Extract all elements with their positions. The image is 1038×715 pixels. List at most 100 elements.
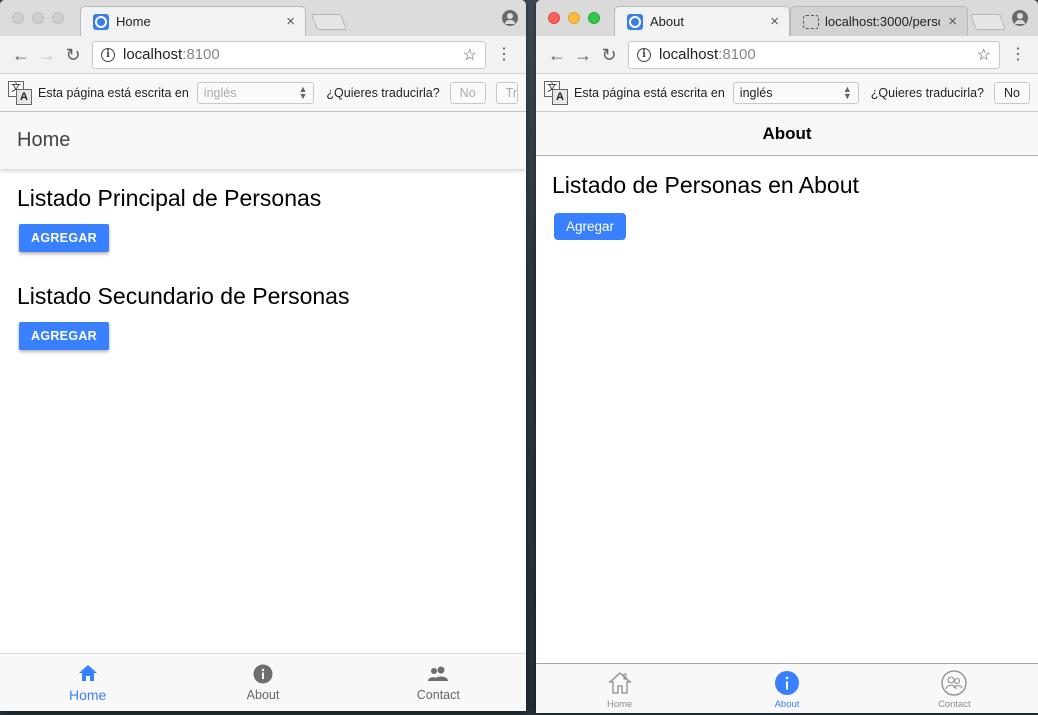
tab-home-label: Home [68, 687, 107, 703]
back-arrow-icon[interactable]: ← [8, 46, 34, 64]
tab-contact-label: Contact [416, 688, 460, 702]
translate-icon: 文A [544, 80, 568, 105]
tab-about[interactable]: About [175, 654, 350, 711]
site-info-icon[interactable]: i [637, 47, 651, 62]
no-label: No [459, 85, 476, 100]
browser-toolbar: ← → ↻ i localhost:8100 ☆ ⋮ [536, 36, 1038, 73]
tab-about[interactable]: About [703, 664, 870, 713]
site-info-icon[interactable]: i [101, 47, 115, 62]
minimize-window-button[interactable] [32, 12, 44, 24]
address-bar[interactable]: i localhost:8100 ☆ [92, 40, 486, 69]
add-secondary-button[interactable]: AGREGAR [19, 322, 109, 350]
translate-bar: 文A Esta página está escrita en inglés ▲▼… [0, 73, 526, 112]
select-arrows-icon: ▲ ▼ [298, 83, 308, 101]
language-select[interactable]: inglés ▲ ▼ [732, 81, 859, 104]
translate-prefix: Esta página está escrita en [38, 85, 189, 100]
app-header: Home [0, 112, 526, 169]
url-host: localhost [123, 46, 183, 63]
ionic-favicon-icon [627, 13, 643, 30]
profile-icon[interactable] [502, 10, 518, 26]
window-controls [12, 12, 64, 24]
tab-strip: About × localhost:3000/perso × [536, 0, 1038, 36]
browser-tab-home[interactable]: Home × [80, 6, 306, 36]
language-value: inglés [203, 85, 237, 100]
translate-no-button[interactable]: No [994, 81, 1030, 104]
ionic-favicon-icon [93, 13, 109, 30]
tab-home[interactable]: Home [0, 654, 175, 711]
add-button[interactable]: Agregar [554, 213, 627, 240]
new-tab-button[interactable] [311, 14, 347, 30]
tab-about-label: About [774, 699, 800, 710]
translate-question: ¿Quieres traducirla? [326, 85, 440, 100]
language-value: inglés [739, 85, 773, 100]
minimize-window-button[interactable] [568, 12, 580, 24]
forward-arrow-icon[interactable]: → [570, 46, 596, 64]
contacts-icon [426, 663, 450, 685]
tab-title: About [650, 14, 684, 29]
browser-menu-icon[interactable]: ⋮ [494, 46, 514, 63]
section-title-primary: Listado Principal de Personas [17, 185, 322, 211]
home-icon [78, 662, 98, 684]
reload-icon[interactable]: ↻ [596, 46, 622, 64]
page-title: About [762, 123, 812, 143]
close-window-button[interactable] [548, 12, 560, 24]
reload-icon[interactable]: ↻ [60, 46, 86, 64]
bookmark-star-icon[interactable]: ☆ [463, 45, 477, 65]
forward-arrow-icon[interactable]: → [34, 46, 60, 64]
language-select[interactable]: inglés ▲ ▼ [196, 81, 315, 104]
home-outline-icon [607, 669, 633, 697]
tab-close-icon[interactable]: × [286, 13, 295, 30]
address-bar[interactable]: i localhost:8100 ☆ [628, 40, 1000, 69]
info-icon [774, 669, 800, 697]
browser-tab-about[interactable]: About × [614, 6, 790, 36]
contacts-outline-icon [941, 669, 967, 697]
left-browser-window: Home × ← → ↻ i localhost:8100 ☆ ⋮ 文A Est… [0, 0, 526, 711]
tab-contact[interactable]: Contact [871, 664, 1038, 713]
app-tab-bar: Home About Contact [0, 653, 526, 711]
page-title: Home [17, 129, 71, 151]
tab-contact-label: Contact [937, 699, 971, 710]
app-content: Listado Principal de Personas AGREGAR Li… [0, 169, 526, 384]
translate-no-button[interactable]: No [449, 81, 486, 104]
tab-home[interactable]: Home [536, 664, 703, 713]
section-title: Listado de Personas en About [552, 172, 859, 198]
no-label: No [1004, 85, 1020, 100]
app-content: Listado de Personas en About Agregar [536, 156, 1038, 256]
app-header: About [536, 112, 1038, 156]
tab-title: Home [116, 14, 151, 29]
translate-question: ¿Quieres traducirla? [870, 85, 985, 100]
info-icon [253, 663, 273, 685]
right-browser-window: About × localhost:3000/perso × ← → ↻ i l… [536, 0, 1038, 713]
translate-bar: 文A Esta página está escrita en inglés ▲▼… [536, 73, 1038, 112]
browser-tab-localhost-3000[interactable]: localhost:3000/perso × [790, 6, 968, 36]
tab-title: localhost:3000/perso [825, 14, 941, 29]
tab-about-label: About [246, 688, 280, 702]
select-arrows-icon: ▲ ▼ [842, 83, 852, 101]
url-host: localhost [659, 46, 719, 63]
close-window-button[interactable] [12, 12, 24, 24]
url-port: :8100 [182, 46, 220, 63]
url-port: :8100 [718, 46, 756, 63]
profile-icon[interactable] [1012, 10, 1028, 26]
page-favicon-icon [803, 14, 819, 29]
tab-close-icon[interactable]: × [770, 13, 779, 30]
zoom-window-button[interactable] [588, 12, 600, 24]
tab-home-label: Home [606, 699, 633, 710]
browser-menu-icon[interactable]: ⋮ [1008, 46, 1028, 63]
translate-partial-label: Tr [505, 85, 517, 100]
tab-strip: Home × [0, 0, 526, 36]
translate-button-partial[interactable]: Tr [495, 81, 518, 104]
bookmark-star-icon[interactable]: ☆ [977, 45, 991, 65]
zoom-window-button[interactable] [52, 12, 64, 24]
back-arrow-icon[interactable]: ← [544, 46, 570, 64]
tab-contact[interactable]: Contact [351, 654, 526, 711]
browser-toolbar: ← → ↻ i localhost:8100 ☆ ⋮ [0, 36, 526, 73]
window-controls [548, 12, 600, 24]
translate-icon: 文A [8, 80, 32, 105]
add-primary-button[interactable]: AGREGAR [19, 224, 109, 252]
new-tab-button[interactable] [970, 14, 1006, 30]
tab-close-icon[interactable]: × [948, 13, 957, 30]
app-tab-bar: Home About Contact [536, 663, 1038, 713]
translate-prefix: Esta página está escrita en [574, 85, 725, 100]
section-title-secondary: Listado Secundario de Personas [17, 283, 350, 309]
